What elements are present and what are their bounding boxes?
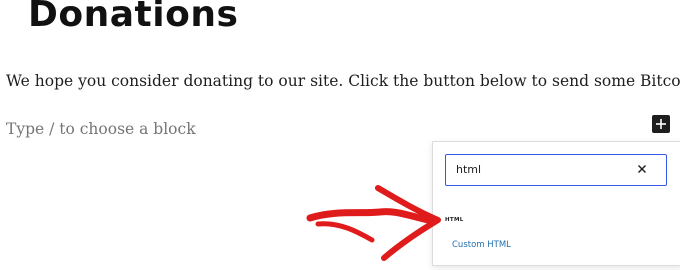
block-placeholder[interactable]: Type / to choose a block	[6, 120, 196, 138]
page-title: Donations	[28, 0, 239, 35]
plus-icon	[656, 119, 666, 129]
block-result-custom-html[interactable]: HTML Custom HTML	[433, 202, 680, 264]
block-result-label: Custom HTML	[452, 240, 511, 250]
block-inserter-panel: HTML Custom HTML	[432, 141, 680, 266]
close-icon[interactable]	[636, 163, 648, 175]
block-search-input[interactable]	[456, 155, 626, 184]
paragraph-block[interactable]: We hope you consider donating to our sit…	[6, 72, 680, 90]
red-arrow-icon	[306, 185, 441, 261]
block-search-box	[445, 154, 667, 186]
add-block-button[interactable]	[652, 115, 670, 133]
